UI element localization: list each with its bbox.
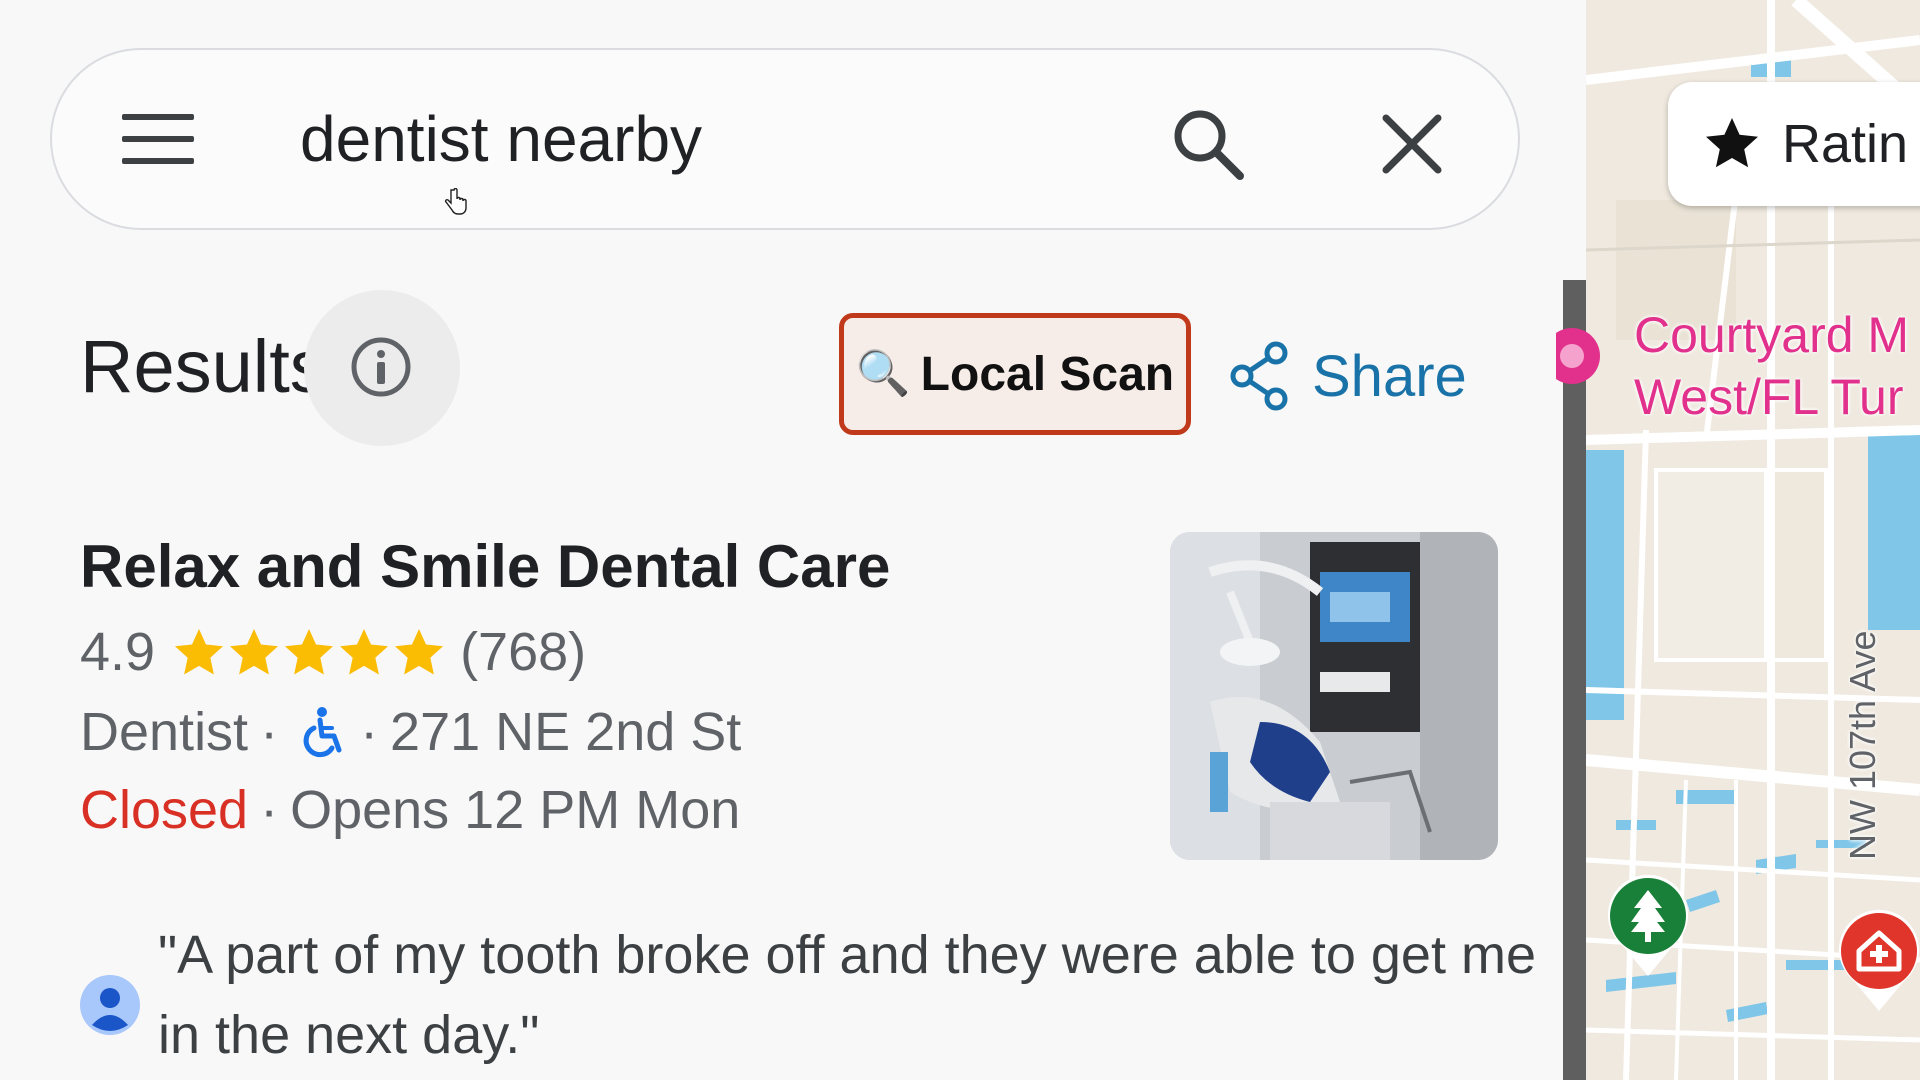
- star-icon: [1706, 118, 1758, 168]
- poi-label-line: Courtyard M: [1634, 307, 1910, 363]
- results-title: Results: [80, 325, 327, 408]
- poi-label-courtyard[interactable]: Courtyard M West/FL Tur: [1634, 304, 1909, 428]
- star-icon: [175, 629, 224, 675]
- separator: ·: [260, 702, 279, 762]
- star-icon: [285, 629, 334, 675]
- search-icon[interactable]: [1168, 104, 1248, 184]
- park-pin-icon[interactable]: [1603, 870, 1693, 980]
- rating-value: 4.9: [80, 622, 156, 682]
- separator: ·: [260, 780, 279, 840]
- rating-chip-label: Ratin: [1782, 114, 1909, 174]
- star-rating: [173, 627, 448, 677]
- street-label: NW 107th Ave: [1842, 630, 1883, 860]
- share-icon: [1230, 341, 1288, 411]
- open-status: Closed: [80, 780, 249, 840]
- scrollbar[interactable]: [1563, 280, 1586, 1080]
- info-icon[interactable]: [350, 336, 412, 398]
- local-scan-button[interactable]: 🔍 Local Scan: [839, 313, 1191, 435]
- share-button[interactable]: Share: [1228, 340, 1467, 412]
- hospital-pin-icon[interactable]: [1834, 905, 1920, 1015]
- address: 271 NE 2nd St: [390, 702, 742, 762]
- result-card[interactable]: Relax and Smile Dental Care 4.9 (768) De…: [0, 520, 1540, 1080]
- star-icon: [230, 629, 279, 675]
- search-input[interactable]: [300, 96, 1130, 182]
- hotel-pin-icon[interactable]: [1556, 320, 1606, 392]
- meta-row: Dentist · · 271 NE 2nd St: [80, 700, 741, 764]
- star-icon: [340, 629, 389, 675]
- place-photo[interactable]: [1170, 532, 1498, 860]
- maps-app: Results 🔍 Local Scan Share Relax and Smi…: [0, 0, 1920, 1080]
- close-icon[interactable]: [1380, 112, 1444, 176]
- separator: ·: [360, 702, 379, 762]
- menu-icon[interactable]: [122, 114, 194, 164]
- local-scan-label: Local Scan: [920, 347, 1175, 401]
- review-count[interactable]: (768): [460, 621, 586, 683]
- category: Dentist: [80, 702, 249, 762]
- opening-hours: Opens 12 PM Mon: [290, 780, 741, 840]
- share-label: Share: [1312, 343, 1467, 409]
- place-name[interactable]: Relax and Smile Dental Care: [80, 532, 890, 601]
- hand-cursor-icon: [444, 188, 467, 215]
- magnifier-icon: 🔍: [855, 349, 911, 398]
- review-text: "A part of my tooth broke off and they w…: [158, 925, 1536, 1065]
- results-panel: Results 🔍 Local Scan Share Relax and Smi…: [0, 0, 1586, 1080]
- hours-row: Closed · Opens 12 PM Mon: [80, 778, 740, 842]
- star-icon: [395, 629, 444, 675]
- poi-label-line: West/FL Tur: [1634, 369, 1904, 425]
- user-avatar-icon: [80, 975, 140, 1035]
- rating-filter-chip[interactable]: Ratin: [1668, 82, 1920, 206]
- wheelchair-icon: [303, 707, 342, 758]
- rating-row: 4.9 (768): [80, 620, 586, 684]
